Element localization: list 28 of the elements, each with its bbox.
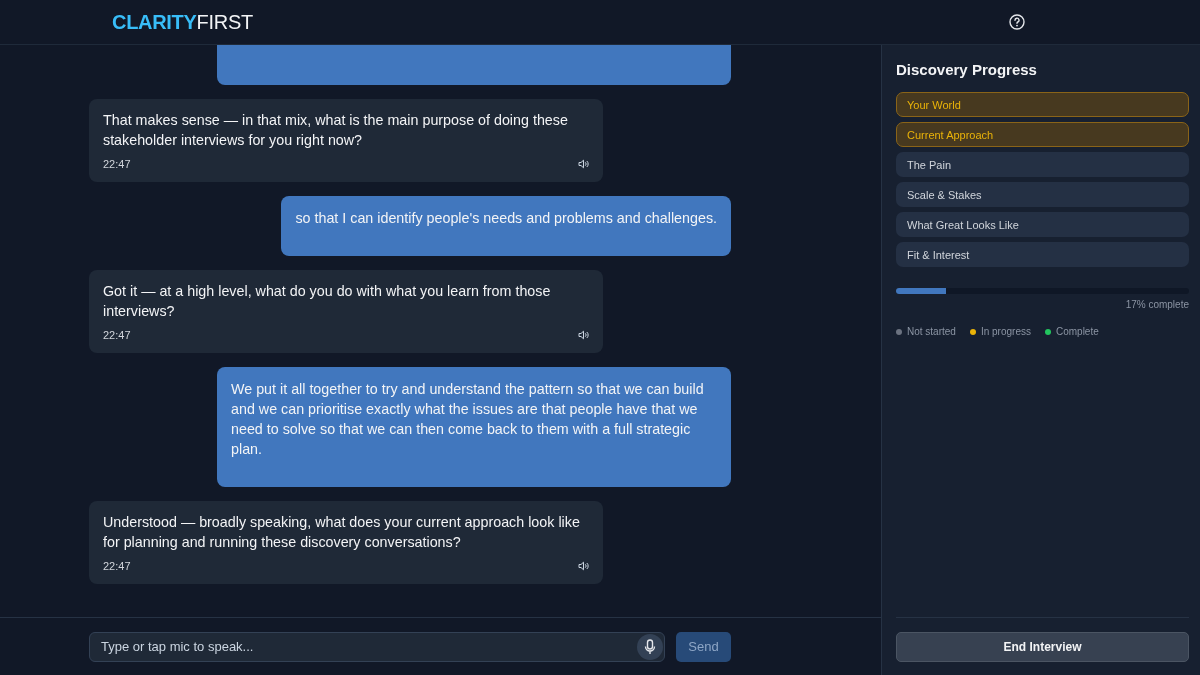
message-text: so that I can identify people's needs and problems and challenges. <box>295 209 717 228</box>
sidebar-title: Discovery Progress <box>896 61 1038 78</box>
end-interview-button[interactable]: End Interview <box>896 631 1189 662</box>
message-text: That makes sense — in that mix, what is the main purpose of doing these stakeholder interviews for you right now? <box>103 111 569 150</box>
stage-item[interactable]: What Great Looks Like <box>896 212 1189 237</box>
help-icon[interactable] <box>1009 14 1025 30</box>
message-text: Got it — at a high level, what do you do with what you learn from those interviews? <box>103 282 552 321</box>
stage-item[interactable]: Your World <box>896 92 1189 117</box>
speaker-icon[interactable] <box>578 561 589 571</box>
send-button[interactable]: Send <box>676 631 731 662</box>
legend-label: Complete <box>1055 326 1099 337</box>
logo: CLARITYFIRST <box>112 10 253 34</box>
speaker-icon[interactable] <box>578 330 589 340</box>
legend-label: Not started <box>907 326 956 337</box>
message-time: 22:47 <box>103 329 131 341</box>
stage-item[interactable]: Scale & Stakes <box>896 182 1189 207</box>
microphone-icon[interactable] <box>637 633 663 660</box>
message-time: 22:47 <box>103 158 131 170</box>
message-time: 22:47 <box>103 560 131 572</box>
stage-item[interactable]: Fit & Interest <box>896 242 1189 267</box>
legend-label: In progress <box>980 326 1031 337</box>
message-text: We put it all together to try and understand the pattern so that we can build and we can prioritise exactly what the issues are that people have that we need to solve so that we can then come back to them with a full strategic plan. <box>231 380 705 459</box>
message-text: Understood — broadly speaking, what does your current approach look like for planning and running these discovery conversations? <box>103 513 581 552</box>
progress-reading: 17% complete <box>1124 299 1189 310</box>
stage-item[interactable]: The Pain <box>896 152 1189 177</box>
stage-item[interactable]: Current Approach <box>896 122 1189 147</box>
speaker-icon[interactable] <box>578 159 589 169</box>
message-input[interactable]: Type or tap mic to speak... <box>89 631 665 662</box>
